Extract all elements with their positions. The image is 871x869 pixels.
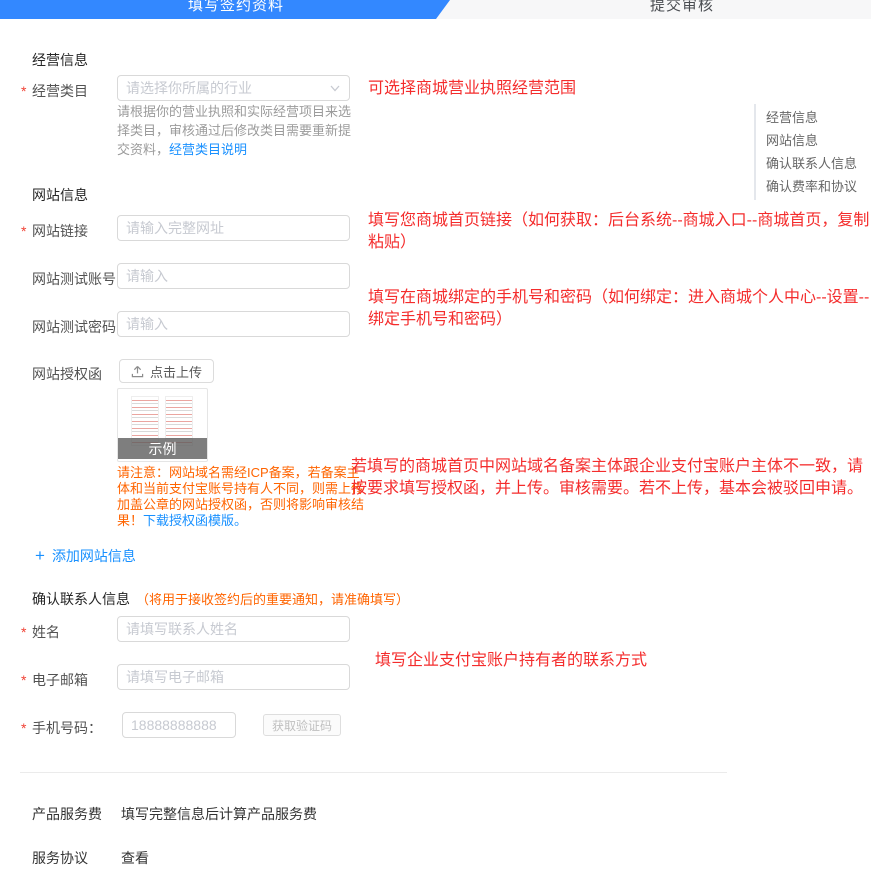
step1-label: 填写签约资料: [188, 0, 284, 15]
test-account-input[interactable]: [117, 263, 350, 289]
auth-letter-label: 网站授权函: [32, 364, 102, 384]
fee-label: 产品服务费: [32, 804, 102, 824]
get-verification-code-button[interactable]: 获取验证码: [263, 714, 341, 736]
merchant-signup-form: 填写签约资料 提交审核 经营信息 网站信息 确认联系人信息 确认费率和协议 经营…: [0, 0, 871, 869]
auth-letter-sample-thumbnail[interactable]: 示例: [117, 388, 208, 462]
anchor-website-info[interactable]: 网站信息: [766, 129, 857, 152]
auth-letter-annotation: 若填写的商城首页中网站域名备案主体跟企业支付宝账户主体不一致，请按要求填写授权函…: [351, 456, 870, 500]
agreement-view-link[interactable]: 查看: [121, 848, 149, 868]
section-title-contact-row: 确认联系人信息 （将用于接收签约后的重要通知，请准确填写）: [32, 589, 409, 609]
phone-input[interactable]: [122, 712, 236, 738]
section-title-website: 网站信息: [32, 185, 88, 205]
required-mark: *: [21, 624, 26, 640]
category-annotation: 可选择商城营业执照经营范围: [368, 78, 576, 100]
section-title-contact: 确认联系人信息: [32, 589, 130, 609]
anchor-business-info[interactable]: 经营信息: [766, 106, 857, 129]
test-password-input[interactable]: [117, 311, 350, 337]
contact-subtitle: （将用于接收签约后的重要通知，请准确填写）: [136, 589, 409, 608]
test-account-annotation: 填写在商城绑定的手机号和密码（如何绑定：进入商城个人中心--设置--绑定手机号和…: [368, 287, 871, 331]
anchor-contact-info[interactable]: 确认联系人信息: [766, 152, 857, 175]
email-input[interactable]: [117, 664, 350, 690]
test-account-label: 网站测试账号: [32, 269, 116, 289]
divider: [20, 772, 727, 773]
anchor-nav: 经营信息 网站信息 确认联系人信息 确认费率和协议: [754, 104, 857, 200]
category-label: *经营类目: [32, 81, 88, 101]
tab-submit-review[interactable]: 提交审核: [650, 0, 714, 15]
plus-icon: +: [35, 549, 45, 563]
name-input[interactable]: [117, 616, 350, 642]
upload-icon: [131, 365, 144, 378]
add-website-info-link[interactable]: + 添加网站信息: [35, 546, 136, 566]
agreement-label: 服务协议: [32, 848, 88, 868]
tab-fill-contract-info[interactable]: 填写签约资料: [0, 0, 450, 19]
website-link-annotation: 填写您商城首页链接（如何获取：后台系统--商城入口--商城首页，复制粘贴）: [368, 210, 871, 254]
step-bar: 填写签约资料 提交审核: [0, 0, 871, 19]
chevron-down-icon: [329, 82, 341, 94]
section-title-business: 经营信息: [32, 50, 88, 70]
download-template-link[interactable]: 下载授权函模版。: [143, 513, 247, 528]
anchor-rate-agreement[interactable]: 确认费率和协议: [766, 175, 857, 198]
contact-annotation: 填写企业支付宝账户持有者的联系方式: [375, 650, 647, 672]
email-label: *电子邮箱: [32, 670, 88, 690]
auth-letter-notice: 请注意：网站域名需经ICP备案，若备案主体和当前支付宝账号持有人不同，则需上传加…: [117, 465, 371, 529]
fee-value: 填写完整信息后计算产品服务费: [121, 804, 317, 824]
category-select-placeholder: 请选择你所属的行业: [126, 78, 329, 98]
required-mark: *: [21, 720, 26, 736]
sample-badge: 示例: [118, 438, 207, 459]
phone-label: *手机号码：: [32, 718, 102, 738]
test-password-label: 网站测试密码: [32, 317, 116, 337]
category-help-link[interactable]: 经营类目说明: [169, 142, 247, 157]
add-website-info-label: 添加网站信息: [52, 546, 136, 566]
website-link-input[interactable]: [117, 215, 350, 241]
required-mark: *: [21, 83, 26, 99]
category-help-text: 请根据你的营业执照和实际经营项目来选择类目，审核通过后修改类目需要重新提交资料，…: [117, 102, 361, 159]
required-mark: *: [21, 223, 26, 239]
name-label: *姓名: [32, 622, 60, 642]
category-select[interactable]: 请选择你所属的行业: [117, 75, 350, 101]
required-mark: *: [21, 672, 26, 688]
website-link-label: *网站链接: [32, 221, 88, 241]
upload-button-label: 点击上传: [150, 362, 202, 381]
upload-button[interactable]: 点击上传: [119, 359, 214, 383]
